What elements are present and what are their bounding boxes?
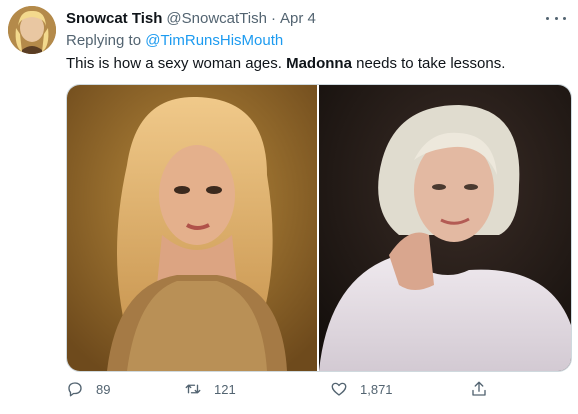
tweet-text-part-2: needs to take lessons. — [351, 55, 506, 72]
header-separator: · — [270, 9, 276, 27]
tweet-date[interactable]: Apr 4 — [280, 10, 316, 27]
media-image-left[interactable] — [67, 85, 317, 371]
tweet-text-bold: Madonna — [286, 55, 352, 72]
reply-icon — [68, 382, 82, 397]
share-icon — [472, 381, 486, 396]
share-action[interactable] — [470, 380, 500, 398]
tweet-text-part-1: This is how a sexy woman ages. — [66, 55, 287, 72]
more-options-icon[interactable] — [546, 10, 566, 26]
tweet-header: Snowcat Tish @SnowcatTish · Apr 4 — [66, 8, 566, 28]
retweet-icon — [185, 384, 201, 394]
author-avatar[interactable] — [8, 6, 56, 54]
like-count: 1,871 — [360, 381, 393, 397]
replying-to-link[interactable]: @TimRunsHisMouth — [145, 32, 283, 49]
reply-action[interactable]: 89 — [66, 380, 110, 398]
reply-count: 89 — [96, 381, 111, 397]
like-action[interactable]: 1,871 — [330, 380, 393, 398]
heart-icon — [331, 382, 347, 396]
replying-to: Replying to @TimRunsHisMouth — [66, 32, 283, 49]
media-image-right[interactable] — [319, 85, 571, 371]
retweet-action[interactable]: 121 — [184, 380, 236, 398]
replying-to-label: Replying to — [66, 32, 142, 49]
tweet-text: This is how a sexy woman ages. Madonna n… — [66, 54, 566, 74]
tweet-actions: 89 121 1,871 — [66, 380, 506, 404]
retweet-count: 121 — [214, 381, 236, 397]
author-handle[interactable]: @SnowcatTish — [166, 10, 267, 27]
author-name[interactable]: Snowcat Tish — [66, 10, 162, 27]
tweet-media[interactable] — [66, 84, 572, 372]
